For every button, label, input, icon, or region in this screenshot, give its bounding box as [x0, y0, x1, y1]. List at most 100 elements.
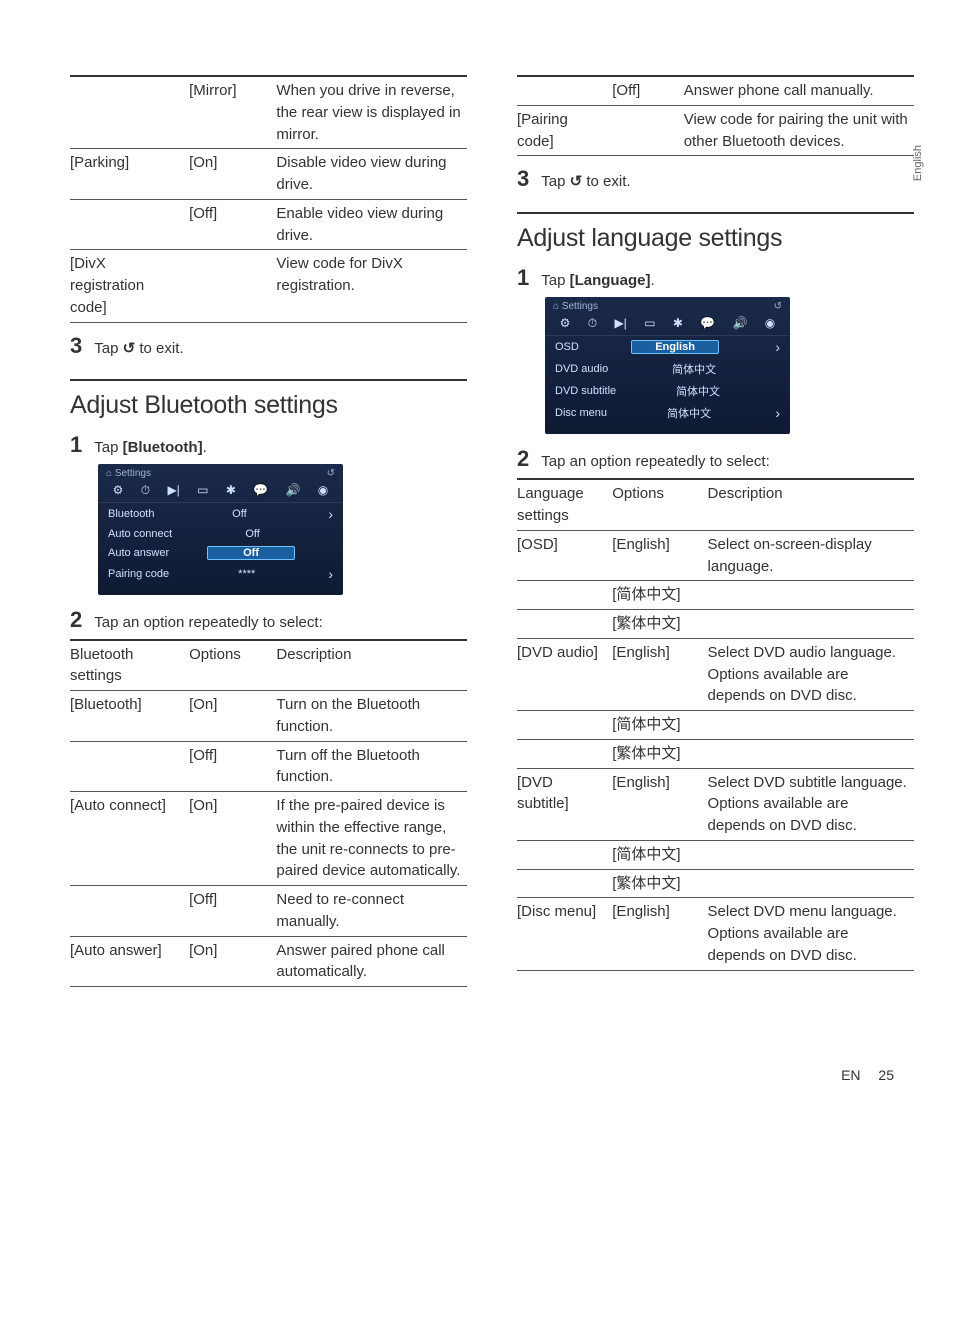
ss-val-highlight: English: [631, 340, 719, 354]
footer-lang: EN: [841, 1067, 860, 1083]
cell: [708, 869, 914, 898]
gear-icon: ⚙: [113, 483, 124, 498]
cell: [517, 739, 612, 768]
bluetooth-icon: ✱: [673, 316, 683, 331]
text: Tap: [541, 173, 569, 190]
col-header: Options: [189, 640, 276, 691]
text: to exit.: [135, 340, 183, 357]
cell: [Disc menu]: [517, 898, 612, 970]
ss-val: 简体中文: [663, 383, 733, 399]
ss-title: Settings: [115, 468, 151, 479]
ss-val: 简体中文: [659, 361, 729, 377]
cell: [DVD subtitle]: [517, 768, 612, 840]
cell: [708, 840, 914, 869]
cell: [On]: [189, 149, 276, 200]
back-icon: ↺: [123, 339, 136, 357]
step-text: Tap [Bluetooth].: [94, 439, 207, 456]
cell: [OSD]: [517, 530, 612, 581]
cell: [Off]: [189, 199, 276, 250]
col-header: Bluetooth settings: [70, 640, 189, 691]
text: .: [203, 439, 207, 456]
step-text: Tap ↺ to exit.: [541, 172, 630, 190]
col-header: Language settings: [517, 479, 612, 530]
cell: [English]: [612, 768, 707, 840]
cell: Enable video view during drive.: [276, 199, 467, 250]
right-column: [Off] Answer phone call manually. [Pairi…: [517, 75, 914, 987]
ss-val: 简体中文: [654, 405, 724, 421]
cell: [On]: [189, 691, 276, 742]
footer-page-number: 25: [878, 1067, 894, 1083]
volume-icon: 🔊: [285, 483, 300, 498]
dvd-icon: ◉: [765, 316, 775, 331]
cell: Select DVD menu language. Options availa…: [708, 898, 914, 970]
cell: If the pre-paired device is within the e…: [276, 792, 467, 886]
cell: Need to re-connect manually.: [276, 886, 467, 937]
cell: [On]: [189, 792, 276, 886]
cell: [Auto connect]: [70, 792, 189, 886]
ss-back-icon: ↺: [774, 301, 782, 312]
cell: [English]: [612, 638, 707, 710]
bluetooth-settings-table: Bluetooth settings Options Description […: [70, 639, 467, 988]
cell: [简体中文]: [612, 581, 707, 610]
text: Tap: [94, 439, 122, 456]
cell: [简体中文]: [612, 711, 707, 740]
cell: [Off]: [189, 886, 276, 937]
ss-label: Auto answer: [108, 547, 169, 559]
cell: [70, 76, 189, 149]
cell: [708, 711, 914, 740]
text: Tap: [541, 272, 569, 289]
ss-val: Off: [218, 528, 288, 540]
ss-tab-icons: ⚙ ⏱ ▶| ▭ ✱ 💬 🔊 ◉: [545, 314, 790, 336]
cell: Answer phone call manually.: [684, 76, 914, 105]
ss-label: DVD audio: [555, 363, 608, 375]
cell: [Parking]: [70, 149, 189, 200]
ss-tab-icons: ⚙ ⏱ ▶| ▭ ✱ 💬 🔊 ◉: [98, 481, 343, 503]
step-number: 1: [517, 267, 529, 289]
volume-icon: 🔊: [732, 316, 747, 331]
lang-step-1: 1 Tap [Language].: [517, 267, 914, 289]
step-3-exit: 3 Tap ↺ to exit.: [70, 335, 467, 357]
text: .: [650, 272, 654, 289]
cell: [Auto answer]: [70, 936, 189, 987]
ss-label: Pairing code: [108, 568, 169, 580]
language-settings-table: Language settings Options Description [O…: [517, 478, 914, 970]
step-number: 3: [70, 335, 82, 357]
cell: [DVD audio]: [517, 638, 612, 710]
col-header: Description: [276, 640, 467, 691]
cell: [517, 76, 612, 105]
ss-back-icon: ↺: [327, 468, 335, 479]
section-divider: [70, 379, 467, 381]
arrow-icon: ›: [771, 339, 780, 355]
cell: [517, 610, 612, 639]
cell: [English]: [612, 898, 707, 970]
text-bold: [Language]: [570, 272, 651, 289]
arrow-icon: ›: [324, 506, 333, 522]
step-text: Tap ↺ to exit.: [94, 339, 183, 357]
cell: [DivX registration code]: [70, 250, 189, 322]
cell: View code for DivX registration.: [276, 250, 467, 322]
bluetooth-icon: ✱: [226, 483, 236, 498]
heading-language: Adjust language settings: [517, 224, 914, 253]
cell: [简体中文]: [612, 840, 707, 869]
cell: [English]: [612, 530, 707, 581]
gear-icon: ⚙: [560, 316, 571, 331]
clock-icon: ⏱: [141, 483, 150, 498]
sound-icon: ▶|: [167, 483, 179, 498]
cell: [708, 581, 914, 610]
left-column: [Mirror] When you drive in reverse, the …: [70, 75, 467, 987]
cell: [612, 105, 683, 156]
cell: Turn on the Bluetooth function.: [276, 691, 467, 742]
cell: [189, 250, 276, 322]
step-text: Tap an option repeatedly to select:: [541, 453, 770, 470]
video-icon: ▭: [644, 316, 655, 331]
section-divider: [517, 212, 914, 214]
ss-label: DVD subtitle: [555, 385, 616, 397]
cell: Select DVD audio language. Options avail…: [708, 638, 914, 710]
page-footer: EN 25: [0, 1027, 954, 1103]
cell: Disable video view during drive.: [276, 149, 467, 200]
language-tab: English: [912, 145, 924, 181]
language-screenshot: ⌂ Settings ↺ ⚙ ⏱ ▶| ▭ ✱ 💬 🔊 ◉ OSD Englis…: [545, 297, 790, 434]
video-icon: ▭: [197, 483, 208, 498]
step-number: 2: [70, 609, 82, 631]
ss-val: ****: [212, 568, 282, 580]
